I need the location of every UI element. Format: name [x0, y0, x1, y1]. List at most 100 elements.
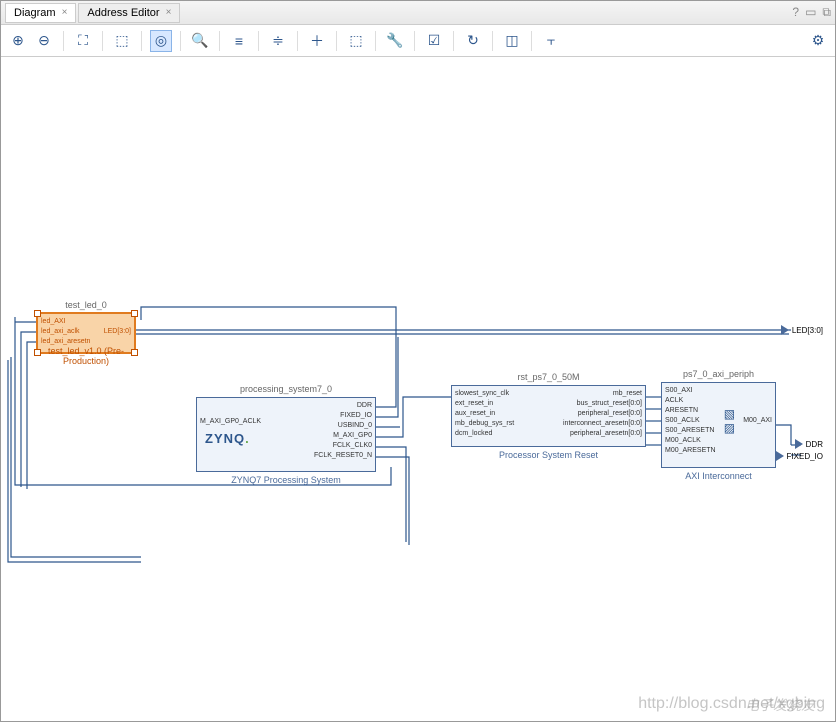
block-axi[interactable]: ps7_0_axi_periph S00_AXI ACLK ARESETN S0…: [661, 382, 776, 468]
tab-tools: ? ▭ ⧉: [792, 5, 831, 20]
separator: [297, 31, 298, 51]
tab-label: Address Editor: [87, 7, 159, 19]
toolbar: ⊕ ⊖ ⛶ ⬚ ◎ 🔍 ≡ ≑ ＋ ⬚ 🔧 ☑ ↻ ◫ ⫟ ⚙: [1, 25, 835, 57]
separator: [141, 31, 142, 51]
port: M00_ARESETN: [662, 446, 719, 456]
refresh-icon[interactable]: ↻: [462, 30, 484, 52]
watermark-url: http://blog.csdn.net/xgbing: [638, 695, 825, 713]
port: led_axi_aclk: [38, 327, 93, 337]
port: FCLK_CLK0: [311, 441, 375, 451]
ports: slowest_sync_clk ext_reset_in aux_reset_…: [452, 386, 645, 442]
port: peripheral_reset[0:0]: [560, 409, 645, 419]
separator: [258, 31, 259, 51]
block-title: processing_system7_0: [197, 384, 375, 394]
block-ps7[interactable]: processing_system7_0 M_AXI_GP0_ACLK ZYNQ…: [196, 397, 376, 472]
restore-icon[interactable]: ⧉: [822, 5, 831, 20]
port: mb_reset: [560, 389, 645, 399]
port: bus_struct_reset[0:0]: [560, 399, 645, 409]
tab-address-editor[interactable]: Address Editor ×: [78, 3, 180, 23]
port: ACLK: [662, 396, 719, 406]
block-title: ps7_0_axi_periph: [662, 369, 775, 379]
expand-icon[interactable]: ≑: [267, 30, 289, 52]
zoom-fit-icon[interactable]: ⛶: [72, 30, 94, 52]
ext-port-ddr[interactable]: DDR: [795, 439, 823, 449]
port-label: FIXED_IO: [787, 452, 823, 461]
port: S00_ARESETN: [662, 426, 719, 436]
block-test-led[interactable]: test_led_0 led_AXI led_axi_aclk led_axi_…: [36, 312, 136, 354]
port: ext_reset_in: [452, 399, 517, 409]
separator: [63, 31, 64, 51]
separator: [453, 31, 454, 51]
port-icon: [776, 451, 784, 461]
block-footer: ZYNQ7 Processing System: [197, 475, 375, 485]
tab-diagram[interactable]: Diagram ×: [5, 3, 76, 23]
block-footer: test_led_v1.0 (Pre-Production): [38, 346, 134, 366]
port-icon: [795, 439, 803, 449]
separator: [531, 31, 532, 51]
block-title: test_led_0: [38, 300, 134, 310]
search-icon[interactable]: 🔍: [189, 30, 211, 52]
port: interconnect_aresetn[0:0]: [560, 419, 645, 429]
ports: M_AXI_GP0_ACLK ZYNQ. DDR FIXED_IO USBIND…: [197, 398, 375, 464]
port: USBIND_0: [311, 421, 375, 431]
separator: [219, 31, 220, 51]
port-label: LED[3:0]: [792, 326, 823, 335]
port: peripheral_aresetn[0:0]: [560, 429, 645, 439]
separator: [336, 31, 337, 51]
ports: S00_AXI ACLK ARESETN S00_ACLK S00_ARESET…: [662, 383, 775, 459]
zoom-in-icon[interactable]: ⊕: [7, 30, 29, 52]
ports: led_AXI led_axi_aclk led_axi_aresetn LED…: [38, 314, 134, 350]
axi-graphic-icon: ▧▨: [724, 407, 735, 435]
port: LED[3:0]: [101, 327, 134, 337]
block-rst[interactable]: rst_ps7_0_50M slowest_sync_clk ext_reset…: [451, 385, 646, 447]
close-icon[interactable]: ×: [62, 7, 68, 18]
selection-handle[interactable]: [131, 349, 138, 356]
settings-icon[interactable]: ⚙: [807, 30, 829, 52]
selection-handle[interactable]: [34, 310, 41, 317]
separator: [102, 31, 103, 51]
port: FCLK_RESET0_N: [311, 451, 375, 461]
port: M_AXI_GP0: [311, 431, 375, 441]
tab-label: Diagram: [14, 7, 56, 19]
separator: [375, 31, 376, 51]
selection-handle[interactable]: [131, 310, 138, 317]
port: S00_ACLK: [662, 416, 719, 426]
group-icon[interactable]: ⬚: [345, 30, 367, 52]
port: S00_AXI: [662, 386, 719, 396]
maximize-icon[interactable]: ▭: [805, 5, 816, 20]
tab-bar: Diagram × Address Editor × ? ▭ ⧉: [1, 1, 835, 25]
port: mb_debug_sys_rst: [452, 419, 517, 429]
canvas[interactable]: test_led_0 led_AXI led_axi_aclk led_axi_…: [1, 57, 835, 721]
customize-icon[interactable]: 🔧: [384, 30, 406, 52]
port: led_AXI: [38, 317, 93, 327]
port: slowest_sync_clk: [452, 389, 517, 399]
port: DDR: [311, 401, 375, 411]
save-icon[interactable]: ◫: [501, 30, 523, 52]
port-icon: [781, 325, 789, 335]
separator: [492, 31, 493, 51]
port: dcm_locked: [452, 429, 517, 439]
block-footer: Processor System Reset: [452, 450, 645, 460]
pin-icon[interactable]: ⫟: [540, 30, 562, 52]
zoom-out-icon[interactable]: ⊖: [33, 30, 55, 52]
close-icon[interactable]: ×: [166, 7, 172, 18]
auto-fit-icon[interactable]: ◎: [150, 30, 172, 52]
ext-port-fixed-io[interactable]: FIXED_IO: [776, 451, 823, 461]
collapse-icon[interactable]: ≡: [228, 30, 250, 52]
port: FIXED_IO: [311, 411, 375, 421]
zynq-logo: ZYNQ.: [205, 431, 264, 446]
port: M_AXI_GP0_ACLK: [197, 417, 264, 427]
selection-handle[interactable]: [34, 349, 41, 356]
port: M00_AXI: [740, 416, 775, 426]
port: aux_reset_in: [452, 409, 517, 419]
port-label: DDR: [806, 440, 823, 449]
add-icon[interactable]: ＋: [306, 30, 328, 52]
validate-icon[interactable]: ☑: [423, 30, 445, 52]
help-icon[interactable]: ?: [792, 5, 799, 20]
separator: [180, 31, 181, 51]
select-area-icon[interactable]: ⬚: [111, 30, 133, 52]
separator: [414, 31, 415, 51]
port: M00_ACLK: [662, 436, 719, 446]
port: ARESETN: [662, 406, 719, 416]
ext-port-led[interactable]: LED[3:0]: [781, 325, 823, 335]
